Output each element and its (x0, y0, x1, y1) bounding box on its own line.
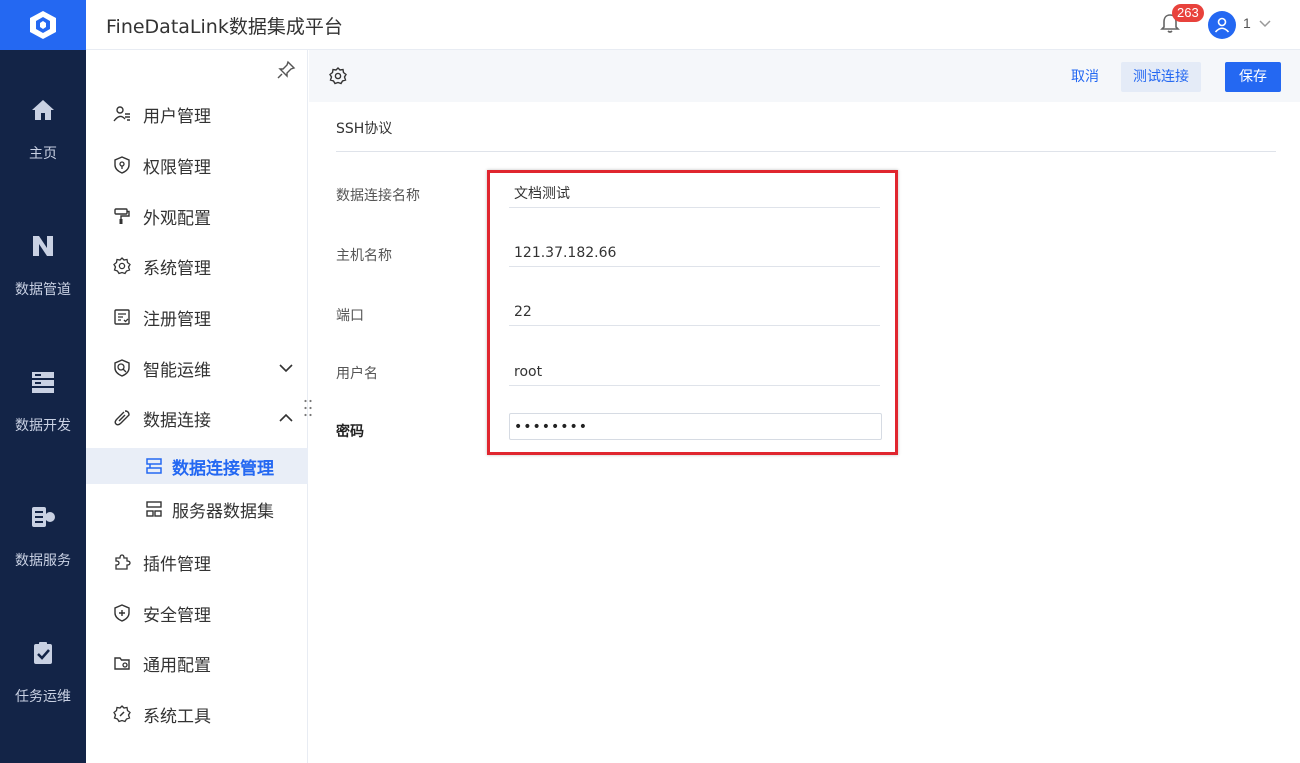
appearance-icon (112, 206, 132, 226)
smart-ops-icon (112, 358, 132, 378)
rail-item-task-ops[interactable]: 任务运维 (0, 638, 86, 738)
app-logo[interactable] (0, 0, 86, 50)
connection-name-label: 数据连接名称 (336, 188, 420, 204)
settings-gear-icon[interactable] (329, 67, 347, 90)
rail-item-label: 任务运维 (15, 689, 71, 705)
host-label: 主机名称 (336, 248, 392, 264)
sidebar-subitem-label: 服务器数据集 (172, 501, 274, 522)
sidebar-item-data-connection[interactable]: 数据连接 (86, 397, 308, 439)
user-manage-icon (112, 104, 132, 124)
security-shield-icon (112, 603, 132, 623)
chevron-up-icon[interactable] (278, 410, 294, 431)
notification-badge: 263 (1172, 4, 1204, 22)
register-icon (112, 307, 132, 327)
sidebar-item-label: 注册管理 (143, 309, 211, 330)
plugin-icon (112, 552, 132, 572)
system-tool-icon (112, 704, 132, 724)
sidebar-item-system-manage[interactable]: 系统管理 (86, 245, 308, 287)
rail-item-home[interactable]: 主页 (0, 95, 86, 195)
sidebar-subitem-server-dataset[interactable]: 服务器数据集 (86, 491, 308, 527)
rail-item-develop[interactable]: 数据开发 (0, 367, 86, 467)
sidebar-item-label: 通用配置 (143, 655, 211, 676)
user-name[interactable]: 1 (1243, 15, 1251, 31)
sidebar-item-plugin[interactable]: 插件管理 (86, 541, 308, 583)
pipeline-icon (28, 231, 58, 261)
logo-cube-icon (30, 11, 56, 39)
password-input[interactable] (509, 413, 882, 440)
permission-icon (112, 155, 132, 175)
sidebar-item-appearance[interactable]: 外观配置 (86, 195, 308, 237)
chevron-down-icon[interactable] (1258, 16, 1272, 35)
sidebar-item-smart-ops[interactable]: 智能运维 (86, 347, 308, 389)
server-dataset-icon (144, 499, 164, 519)
develop-icon (28, 367, 58, 397)
rail-item-label: 主页 (29, 146, 57, 162)
sidebar-item-general-config[interactable]: 通用配置 (86, 642, 308, 684)
sidebar-item-user-manage[interactable]: 用户管理 (86, 93, 308, 135)
service-icon (28, 502, 58, 532)
connection-toolbar: 取消 测试连接 保存 (309, 50, 1300, 102)
sidebar-item-label: 外观配置 (143, 208, 211, 229)
sidebar-item-label: 数据连接 (143, 410, 211, 431)
sidebar-item-label: 系统工具 (143, 706, 211, 727)
sidebar-item-label: 智能运维 (143, 360, 211, 381)
username-field[interactable]: root (509, 358, 880, 386)
pin-icon[interactable] (276, 60, 296, 85)
port-field[interactable]: 22 (509, 298, 880, 326)
system-gear-icon (112, 256, 132, 276)
sidebar-item-register[interactable]: 注册管理 (86, 296, 308, 338)
username-label: 用户名 (336, 366, 378, 382)
sidebar-item-label: 用户管理 (143, 106, 211, 127)
save-button[interactable]: 保存 (1225, 62, 1281, 92)
password-label: 密码 (336, 424, 364, 440)
section-title: SSH协议 (336, 121, 393, 137)
rail-item-label: 数据管道 (15, 282, 71, 298)
connection-manage-icon (144, 456, 164, 476)
top-header: FineDataLink数据集成平台 263 1 (86, 0, 1300, 50)
sidebar-item-security[interactable]: 安全管理 (86, 592, 308, 634)
settings-sidebar: 用户管理 权限管理 外观配置 系统管理 注册管理 智能运维 数据连接 数据连接管… (86, 50, 308, 763)
sidebar-item-label: 安全管理 (143, 605, 211, 626)
rail-item-pipeline[interactable]: 数据管道 (0, 231, 86, 331)
sidebar-subitem-connection-manage[interactable]: 数据连接管理 (86, 448, 308, 484)
user-avatar-icon[interactable] (1208, 11, 1236, 39)
sidebar-item-system-tool[interactable]: 系统工具 (86, 693, 308, 735)
sidebar-item-label: 权限管理 (143, 157, 211, 178)
rail-item-label: 数据服务 (15, 553, 71, 569)
section-divider (336, 151, 1276, 152)
sidebar-item-label: 插件管理 (143, 554, 211, 575)
main-nav-rail: 主页 数据管道 数据开发 数据服务 任务运维 (0, 0, 86, 763)
task-ops-icon (28, 638, 58, 668)
rail-item-label: 数据开发 (15, 418, 71, 434)
chevron-down-icon[interactable] (278, 360, 294, 381)
sidebar-item-permission[interactable]: 权限管理 (86, 144, 308, 186)
data-connection-icon (112, 408, 132, 428)
connection-name-field[interactable]: 文档测试 (509, 180, 880, 208)
sidebar-subitem-label: 数据连接管理 (172, 458, 274, 479)
cancel-button[interactable]: 取消 (1061, 62, 1109, 92)
port-label: 端口 (336, 308, 364, 324)
sidebar-item-label: 系统管理 (143, 258, 211, 279)
home-icon (28, 95, 58, 125)
rail-item-service[interactable]: 数据服务 (0, 502, 86, 602)
app-title: FineDataLink数据集成平台 (106, 16, 343, 38)
sidebar-resize-handle[interactable] (303, 398, 313, 423)
general-config-icon (112, 653, 132, 673)
test-connection-button[interactable]: 测试连接 (1121, 62, 1201, 92)
host-field[interactable]: 121.37.182.66 (509, 239, 880, 267)
